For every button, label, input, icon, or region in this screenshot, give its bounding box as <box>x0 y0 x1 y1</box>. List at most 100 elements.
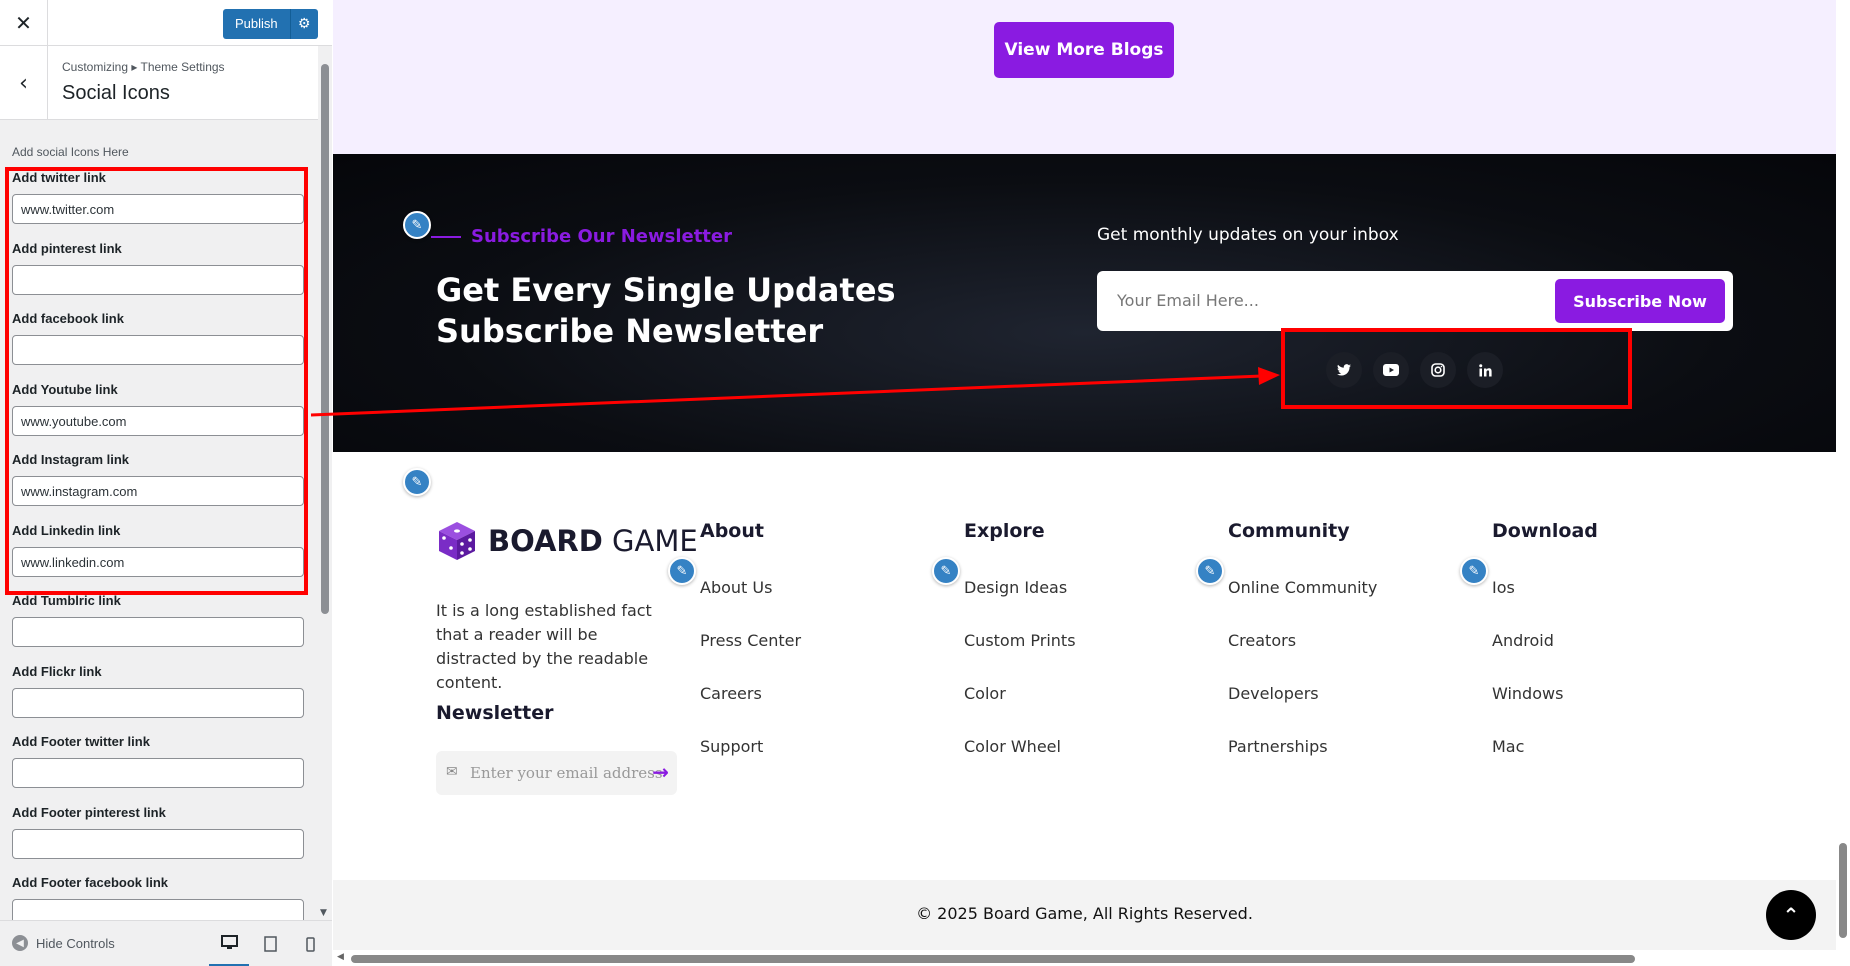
footer-col-community: ✎ Community Online Community Creators De… <box>1196 520 1428 790</box>
brand-light: GAME <box>612 524 698 558</box>
newsletter-subtitle: Subscribe Our Newsletter <box>431 226 732 247</box>
edit-shortcut-button[interactable]: ✎ <box>1196 557 1224 585</box>
control-tumblr: Add Tumblric link <box>12 593 304 647</box>
copyright-text: © 2025 Board Game, All Rights Reserved. <box>916 904 1253 923</box>
newsletter-subtitle-text: Subscribe Our Newsletter <box>471 226 732 247</box>
footer-link[interactable]: Careers <box>700 684 900 737</box>
copyright-bar: © 2025 Board Game, All Rights Reserved. <box>333 880 1836 950</box>
back-button[interactable]: ‹ <box>0 46 48 120</box>
footer-pinterest-link-input[interactable] <box>12 829 304 859</box>
footer-link[interactable]: Color <box>964 684 1164 737</box>
section-description: Add social Icons Here <box>12 145 129 159</box>
control-label: Add Footer twitter link <box>12 734 150 749</box>
scrollbar-thumb[interactable] <box>321 64 329 614</box>
monthly-updates-text: Get monthly updates on your inbox <box>1097 225 1399 245</box>
control-label: Add Tumblric link <box>12 593 121 608</box>
footer-email-input[interactable]: Enter your email address <box>470 764 663 782</box>
scroll-left-icon[interactable]: ◀ <box>337 952 344 962</box>
brand-bold: BOARD <box>488 524 603 558</box>
footer-link[interactable]: Online Community <box>1228 578 1428 631</box>
footer-link[interactable]: About Us <box>700 578 900 631</box>
preview-horizontal-scrollbar[interactable]: ◀ <box>333 950 1850 966</box>
subtitle-rule <box>431 235 461 238</box>
footer-link[interactable]: Color Wheel <box>964 737 1164 790</box>
pencil-icon: ✎ <box>1468 563 1480 579</box>
hide-controls-button[interactable]: ◀ Hide Controls <box>12 935 115 951</box>
footer-link[interactable]: Custom Prints <box>964 631 1164 684</box>
footer-link[interactable]: Mac <box>1492 737 1692 790</box>
footer-about-text: It is a long established fact that a rea… <box>436 601 652 692</box>
footer-col-about: ✎ About About Us Press Center Careers Su… <box>668 520 900 790</box>
control-label: Add Footer facebook link <box>12 875 169 890</box>
sidebar-scrollbar[interactable]: ▼ <box>318 46 332 920</box>
control-label: Add Footer pinterest link <box>12 805 166 820</box>
control-label: Add Flickr link <box>12 664 102 679</box>
footer-col-title: Community <box>1228 520 1350 542</box>
pencil-icon: ✎ <box>1204 563 1216 579</box>
gear-icon: ⚙ <box>297 16 311 32</box>
view-more-blogs-button[interactable]: View More Blogs <box>994 22 1174 78</box>
mobile-icon <box>305 936 315 952</box>
scrollbar-thumb[interactable] <box>1839 843 1847 938</box>
footer-newsletter-title: Newsletter <box>436 702 554 724</box>
footer-twitter-link-input[interactable] <box>12 758 304 788</box>
back-to-top-button[interactable]: ⌃ <box>1766 890 1816 940</box>
customizer-header: ✕ Publish ⚙ <box>0 0 332 46</box>
scroll-down-icon[interactable]: ▼ <box>320 908 327 918</box>
pencil-icon: ✎ <box>940 563 952 579</box>
pencil-icon: ✎ <box>411 217 423 233</box>
tablet-preview-button[interactable] <box>250 921 290 966</box>
publish-button[interactable]: Publish <box>223 9 290 39</box>
subscribe-now-button[interactable]: Subscribe Now <box>1555 279 1725 323</box>
desktop-preview-button[interactable] <box>209 921 249 966</box>
footer-facebook-link-input[interactable] <box>12 899 304 920</box>
scrollbar-thumb[interactable] <box>351 955 1635 963</box>
mobile-preview-button[interactable] <box>290 921 330 966</box>
close-customizer-button[interactable]: ✕ <box>0 0 48 46</box>
tablet-icon <box>263 936 277 952</box>
footer-link[interactable]: Windows <box>1492 684 1692 737</box>
section-title: Social Icons <box>62 82 170 104</box>
pencil-icon: ✎ <box>676 563 688 579</box>
newsletter-form: Your Email Here... Subscribe Now <box>1097 271 1733 331</box>
edit-shortcut-button[interactable]: ✎ <box>932 557 960 585</box>
pencil-icon: ✎ <box>411 474 423 490</box>
double-chevron-up-icon: ⌃ <box>1782 903 1800 927</box>
desktop-icon <box>220 935 238 949</box>
edit-shortcut-button[interactable]: ✎ <box>403 468 431 496</box>
brand-name: BOARD GAME <box>488 524 698 558</box>
control-footer-twitter: Add Footer twitter link <box>12 734 304 788</box>
tumblr-link-input[interactable] <box>12 617 304 647</box>
heading-line-2: Subscribe Newsletter <box>436 312 824 350</box>
footer-newsletter-form: ✉ Enter your email address → <box>436 751 677 795</box>
publish-settings-button[interactable]: ⚙ <box>289 9 318 39</box>
close-icon: ✕ <box>15 11 32 35</box>
site-preview: View More Blogs ✎ Subscribe Our Newslett… <box>333 0 1836 950</box>
edit-shortcut-button[interactable]: ✎ <box>1460 557 1488 585</box>
control-flickr: Add Flickr link <box>12 664 304 718</box>
arrow-right-icon[interactable]: → <box>652 760 669 784</box>
footer-link[interactable]: Press Center <box>700 631 900 684</box>
newsletter-email-input[interactable]: Your Email Here... <box>1117 291 1259 310</box>
chevron-left-icon: ‹ <box>19 70 28 96</box>
flickr-link-input[interactable] <box>12 688 304 718</box>
footer-col-download: ✎ Download Ios Android Windows Mac <box>1460 520 1692 790</box>
footer-link[interactable]: Creators <box>1228 631 1428 684</box>
site-logo[interactable]: BOARD GAME <box>436 520 698 562</box>
control-footer-pinterest: Add Footer pinterest link <box>12 805 304 859</box>
footer-link[interactable]: Ios <box>1492 578 1692 631</box>
edit-shortcut-button[interactable]: ✎ <box>403 211 431 239</box>
footer-link[interactable]: Developers <box>1228 684 1428 737</box>
preview-vertical-scrollbar[interactable] <box>1836 0 1850 950</box>
breadcrumb: Customizing ▸ Theme Settings <box>62 60 225 74</box>
footer-link[interactable]: Support <box>700 737 900 790</box>
edit-shortcut-button[interactable]: ✎ <box>668 557 696 585</box>
blog-section: View More Blogs <box>333 0 1836 154</box>
footer-col-title: Download <box>1492 520 1598 542</box>
footer-link[interactable]: Android <box>1492 631 1692 684</box>
newsletter-heading: Get Every Single Updates Subscribe Newsl… <box>436 270 956 352</box>
footer-link[interactable]: Partnerships <box>1228 737 1428 790</box>
section-header: ‹ Customizing ▸ Theme Settings Social Ic… <box>0 46 318 120</box>
collapse-icon: ◀ <box>12 935 28 951</box>
footer-link[interactable]: Design Ideas <box>964 578 1164 631</box>
